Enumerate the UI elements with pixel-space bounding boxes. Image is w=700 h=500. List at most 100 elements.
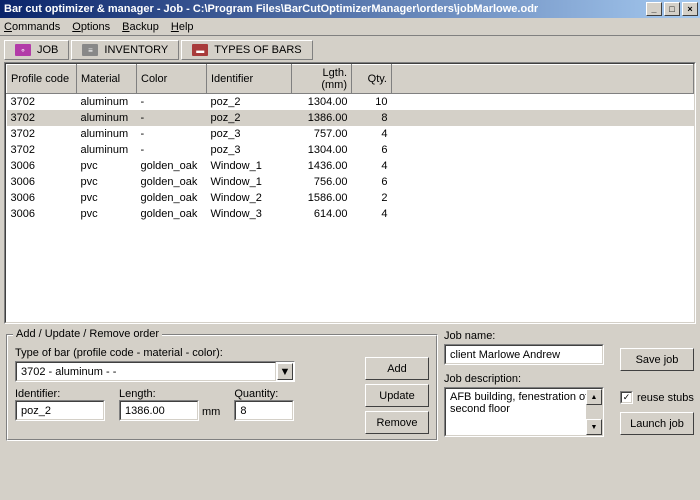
length-input[interactable]: 1386.00: [119, 400, 199, 421]
table-cell: aluminum: [77, 142, 137, 158]
table-cell: aluminum: [77, 126, 137, 142]
table-row-empty: [7, 302, 694, 318]
identifier-input[interactable]: poz_2: [15, 400, 105, 421]
table-cell: 614.00: [292, 206, 352, 222]
update-button[interactable]: Update: [365, 384, 429, 407]
table-row-empty: [7, 318, 694, 324]
table-cell: poz_3: [207, 126, 292, 142]
window-title: Bar cut optimizer & manager - Job - C:\P…: [2, 3, 644, 15]
table-cell: 3006: [7, 206, 77, 222]
scrollbar[interactable]: ▲ ▼: [586, 389, 602, 435]
table-cell: 3006: [7, 190, 77, 206]
close-button[interactable]: ×: [682, 2, 698, 16]
table-cell: pvc: [77, 190, 137, 206]
order-form-group: Add / Update / Remove order Type of bar …: [6, 334, 438, 441]
table-cell: 6: [352, 142, 392, 158]
type-value: 3702 - aluminum - -: [21, 366, 116, 378]
reuse-stubs-checkbox[interactable]: ✓ reuse stubs: [620, 391, 694, 404]
menu-options[interactable]: Options: [72, 21, 110, 33]
table-row-empty: [7, 286, 694, 302]
quantity-label: Quantity:: [234, 388, 294, 400]
table-cell: pvc: [77, 206, 137, 222]
job-name-input[interactable]: client Marlowe Andrew: [444, 344, 604, 365]
column-header[interactable]: Lgth. (mm): [292, 65, 352, 94]
menu-commands[interactable]: Commands: [4, 21, 60, 33]
table-cell: golden_oak: [137, 190, 207, 206]
order-table: Profile codeMaterialColorIdentifierLgth.…: [4, 62, 696, 324]
table-cell: 10: [352, 94, 392, 110]
types-icon: ▬: [192, 44, 208, 56]
table-cell: -: [137, 142, 207, 158]
identifier-label: Identifier:: [15, 388, 105, 400]
column-header[interactable]: Color: [137, 65, 207, 94]
scroll-down-icon[interactable]: ▼: [586, 419, 602, 435]
table-cell: 8: [352, 110, 392, 126]
tab-label: JOB: [37, 44, 58, 56]
table-cell: pvc: [77, 158, 137, 174]
tab-types[interactable]: ▬ TYPES OF BARS: [181, 40, 312, 60]
table-cell: 4: [352, 158, 392, 174]
groupbox-title: Add / Update / Remove order: [13, 328, 162, 340]
table-cell: 1304.00: [292, 94, 352, 110]
table-cell: 3702: [7, 110, 77, 126]
job-desc-label: Job description:: [444, 373, 614, 385]
table-cell: golden_oak: [137, 206, 207, 222]
table-row-empty: [7, 222, 694, 238]
job-desc-textarea[interactable]: AFB building, fenestration of second flo…: [444, 387, 604, 437]
table-row-empty: [7, 270, 694, 286]
table-row-empty: [7, 254, 694, 270]
table-cell: 3702: [7, 126, 77, 142]
table-cell: Window_2: [207, 190, 292, 206]
quantity-input[interactable]: 8: [234, 400, 294, 421]
column-header[interactable]: Identifier: [207, 65, 292, 94]
length-unit: mm: [202, 406, 220, 421]
save-job-button[interactable]: Save job: [620, 348, 694, 371]
table-cell: Window_1: [207, 158, 292, 174]
menu-backup[interactable]: Backup: [122, 21, 159, 33]
scroll-up-icon[interactable]: ▲: [586, 389, 602, 405]
table-cell: 3006: [7, 174, 77, 190]
table-cell: 3006: [7, 158, 77, 174]
table-cell: 2: [352, 190, 392, 206]
table-row[interactable]: 3006pvcgolden_oakWindow_11436.004: [7, 158, 694, 174]
minimize-button[interactable]: _: [646, 2, 662, 16]
menu-help[interactable]: Help: [171, 21, 194, 33]
column-header[interactable]: Profile code: [7, 65, 77, 94]
type-label: Type of bar (profile code - material - c…: [15, 347, 329, 359]
add-button[interactable]: Add: [365, 357, 429, 380]
maximize-button[interactable]: □: [664, 2, 680, 16]
table-cell: 4: [352, 126, 392, 142]
tab-inventory[interactable]: ≡ INVENTORY: [71, 40, 179, 60]
table-row[interactable]: 3006pvcgolden_oakWindow_1756.006: [7, 174, 694, 190]
column-header-filler: [392, 65, 694, 94]
table-cell: Window_1: [207, 174, 292, 190]
table-cell: 4: [352, 206, 392, 222]
table-cell: -: [137, 126, 207, 142]
tab-job[interactable]: ⚬ JOB: [4, 40, 69, 60]
chevron-down-icon[interactable]: ▼: [277, 363, 293, 380]
menubar: Commands Options Backup Help: [0, 18, 700, 36]
job-icon: ⚬: [15, 44, 31, 56]
table-cell: Window_3: [207, 206, 292, 222]
table-row[interactable]: 3006pvcgolden_oakWindow_21586.002: [7, 190, 694, 206]
length-label: Length:: [119, 388, 220, 400]
table-cell: poz_2: [207, 94, 292, 110]
table-row[interactable]: 3006pvcgolden_oakWindow_3614.004: [7, 206, 694, 222]
table-row[interactable]: 3702aluminum-poz_21304.0010: [7, 94, 694, 110]
table-row[interactable]: 3702aluminum-poz_31304.006: [7, 142, 694, 158]
table-cell: pvc: [77, 174, 137, 190]
launch-job-button[interactable]: Launch job: [620, 412, 694, 435]
table-cell: aluminum: [77, 94, 137, 110]
tab-label: INVENTORY: [104, 44, 168, 56]
table-cell: 756.00: [292, 174, 352, 190]
column-header[interactable]: Qty.: [352, 65, 392, 94]
table-cell: 757.00: [292, 126, 352, 142]
column-header[interactable]: Material: [77, 65, 137, 94]
type-select[interactable]: 3702 - aluminum - - ▼: [15, 361, 295, 382]
table-cell: 3702: [7, 94, 77, 110]
table-row[interactable]: 3702aluminum-poz_3757.004: [7, 126, 694, 142]
remove-button[interactable]: Remove: [365, 411, 429, 434]
table-cell: 1436.00: [292, 158, 352, 174]
check-icon: ✓: [621, 392, 632, 403]
table-row[interactable]: 3702aluminum-poz_21386.008: [7, 110, 694, 126]
